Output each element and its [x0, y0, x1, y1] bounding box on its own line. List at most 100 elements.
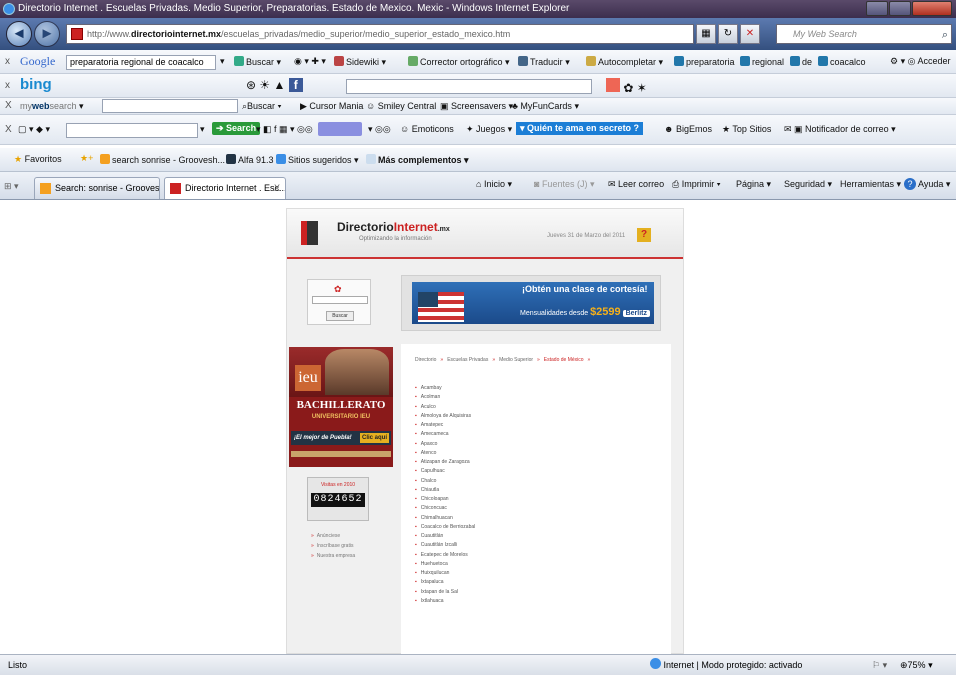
mywebsearch-input[interactable]	[102, 99, 238, 113]
municipio-link[interactable]: Aculco	[415, 403, 475, 412]
ayuda-button[interactable]: ? Ayuda ▾	[904, 178, 950, 190]
close-tab-icon[interactable]: X	[274, 178, 280, 198]
herramientas-button[interactable]: Herramientas ▾	[840, 179, 901, 190]
search-box[interactable]: My Web Search ⌕	[776, 24, 952, 44]
municipio-link[interactable]: Capulhuac	[415, 467, 475, 476]
site-search-button[interactable]: Buscar	[326, 311, 354, 321]
favorite-item-alfa[interactable]: Alfa 91.3	[226, 154, 274, 165]
google-dropdown-icon[interactable]: ▾	[220, 56, 225, 67]
mywebsearch-buscar-button[interactable]: ⌕Buscar ▾	[242, 101, 281, 112]
bing-search-input[interactable]	[346, 79, 592, 94]
municipio-link[interactable]: Acambay	[415, 384, 475, 393]
add-favorite-icon[interactable]: ★+	[80, 153, 93, 164]
emoticons-search-input[interactable]	[66, 123, 198, 138]
back-button[interactable]: ◄	[6, 21, 32, 47]
google-search-input[interactable]: preparatoria regional de coacalco	[66, 55, 216, 70]
address-field[interactable]: http://www.directoriointernet.mx/escuela…	[66, 24, 694, 44]
term-de-button[interactable]: de	[790, 56, 812, 67]
municipio-link[interactable]: Cuautitlán	[415, 532, 475, 541]
zoom-control[interactable]: ⊕75% ▾	[900, 655, 933, 675]
ad-cta-button[interactable]: Clic aquí	[359, 433, 389, 443]
minimize-button[interactable]	[866, 1, 888, 16]
traducir-button[interactable]: Traducir ▾	[518, 56, 570, 68]
corrector-button[interactable]: Corrector ortográfico ▾	[408, 56, 510, 68]
bigemos-button[interactable]: ☻ BigEmos	[664, 124, 712, 134]
site-help-button[interactable]: ?	[637, 228, 651, 242]
google-buscar-button[interactable]: Buscar ▾	[234, 56, 281, 68]
juegos-button[interactable]: ✦ Juegos ▾	[466, 124, 512, 135]
municipio-link[interactable]: Apaxco	[415, 440, 475, 449]
municipio-link[interactable]: Chalco	[415, 477, 475, 486]
close-window-button[interactable]	[912, 1, 952, 16]
bing-tools-icons[interactable]: ✿ ✶	[606, 78, 647, 95]
bing-app-icons[interactable]: ⊛ ☀ ▲ f	[246, 78, 303, 92]
term-coacalco-button[interactable]: coacalco	[818, 56, 866, 67]
cursor-mania-button[interactable]: ▶ Cursor Mania	[300, 101, 363, 112]
berlitz-banner[interactable]: ¡Obtén una clase de cortesía! Mensualida…	[401, 275, 661, 331]
imprimir-button[interactable]: ⎙ Imprimir ▾	[672, 179, 720, 190]
inicio-button[interactable]: ⌂ Inicio ▾	[476, 179, 512, 190]
search-icon[interactable]: ⌕	[942, 26, 948, 44]
toolbar-icons-group[interactable]: ◉ ▾ ✚ ▾	[294, 56, 326, 67]
municipio-link[interactable]: Atenco	[415, 449, 475, 458]
close-toolbar-icon[interactable]: x	[5, 80, 10, 91]
radio-widget[interactable]	[318, 122, 362, 136]
acceder-button[interactable]: ⚙ ▾ ◎ Acceder	[890, 56, 950, 67]
notificador-button[interactable]: ✉ ▣ Notificador de correo ▾	[784, 124, 896, 135]
leer-correo-button[interactable]: ✉ Leer correo	[608, 179, 664, 190]
municipio-link[interactable]: Chimalhuacan	[415, 514, 475, 523]
municipio-link[interactable]: Ixtlahuaca	[415, 597, 475, 606]
favoritos-button[interactable]: ★ Favoritos	[14, 154, 62, 165]
toolbar-menu-icons[interactable]: ▢ ▾ ◆ ▾	[18, 124, 50, 135]
close-toolbar-icon[interactable]: X	[5, 124, 12, 135]
municipio-link[interactable]: Acolman	[415, 393, 475, 402]
side-link[interactable]: » Nuestra empresa	[311, 553, 355, 559]
close-toolbar-icon[interactable]: x	[5, 56, 10, 67]
widget-icons[interactable]: ▾ ◎◎	[368, 124, 391, 135]
tab-directorio[interactable]: Directorio Internet . Esc... X	[164, 177, 286, 199]
forward-button[interactable]: ►	[34, 21, 60, 47]
site-logo[interactable]: DirectorioInternet.mx	[337, 220, 450, 234]
emoticons-button[interactable]: ☺ Emoticons	[400, 124, 454, 134]
stop-icon[interactable]: ✕	[740, 24, 760, 44]
municipio-link[interactable]: Chiconcuac	[415, 504, 475, 513]
tab-grooveshark[interactable]: Search: sonrise - Groovesh...	[34, 177, 160, 199]
quien-te-ama-button[interactable]: ▾ Quién te ama en secreto ?	[516, 122, 644, 135]
breadcrumb-item[interactable]: Escuelas Privadas	[447, 357, 488, 363]
municipio-link[interactable]: Atizapan de Zaragoza	[415, 458, 475, 467]
mas-complementos-button[interactable]: Más complementos ▾	[366, 154, 469, 166]
municipio-link[interactable]: Huixquilucan	[415, 569, 475, 578]
municipio-link[interactable]: Amecameca	[415, 430, 475, 439]
breadcrumb-item[interactable]: Medio Superior	[499, 357, 533, 363]
seguridad-button[interactable]: Seguridad ▾	[784, 179, 832, 190]
top-sitios-button[interactable]: ★ Top Sitios	[722, 124, 771, 135]
term-preparatoria-button[interactable]: preparatoria	[674, 56, 735, 67]
search-button[interactable]: ➔ Search	[212, 122, 261, 135]
favorite-item-grooveshark[interactable]: search sonrise - Groovesh...	[100, 154, 225, 165]
side-link[interactable]: » Anúnciese	[311, 533, 355, 539]
term-regional-button[interactable]: regional	[740, 56, 784, 67]
municipio-link[interactable]: Almoloya de Alquisiras	[415, 412, 475, 421]
myfuncards-button[interactable]: ♣ MyFunCards ▾	[512, 101, 579, 112]
compatibility-icon[interactable]: ▦	[696, 24, 716, 44]
sidewiki-button[interactable]: Sidewiki ▾	[334, 56, 386, 68]
side-link[interactable]: » Inscríbase gratis	[311, 543, 355, 549]
field-dropdown-icon[interactable]: ▾	[200, 124, 205, 135]
protected-mode-icon[interactable]: ⚐ ▾	[872, 655, 887, 675]
municipio-link[interactable]: Amatepec	[415, 421, 475, 430]
smiley-central-button[interactable]: ☺ Smiley Central	[366, 101, 436, 111]
refresh-icon[interactable]: ↻	[718, 24, 738, 44]
close-toolbar-icon[interactable]: X	[5, 100, 12, 111]
security-zone[interactable]: Internet | Modo protegido: activado	[650, 655, 802, 675]
municipio-link[interactable]: Ixtapaluca	[415, 578, 475, 587]
fuentes-button[interactable]: ◙ Fuentes (J) ▾	[534, 179, 594, 190]
municipio-link[interactable]: Chiautla	[415, 486, 475, 495]
municipio-link[interactable]: Ixtapan de la Sal	[415, 588, 475, 597]
ieu-ad[interactable]: ieu BACHILLERATO UNIVERSITARIO IEU ¡El m…	[289, 347, 393, 467]
screensavers-button[interactable]: ▣ Screensavers ▾	[440, 101, 513, 112]
municipio-link[interactable]: Chicoloapan	[415, 495, 475, 504]
municipio-link[interactable]: Coacalco de Berriozabal	[415, 523, 475, 532]
favorite-sitios-sugeridos[interactable]: Sitios sugeridos ▾	[276, 154, 359, 166]
municipio-link[interactable]: Huehuetoca	[415, 560, 475, 569]
quick-tabs-icon[interactable]: ⊞ ▾	[4, 181, 19, 192]
